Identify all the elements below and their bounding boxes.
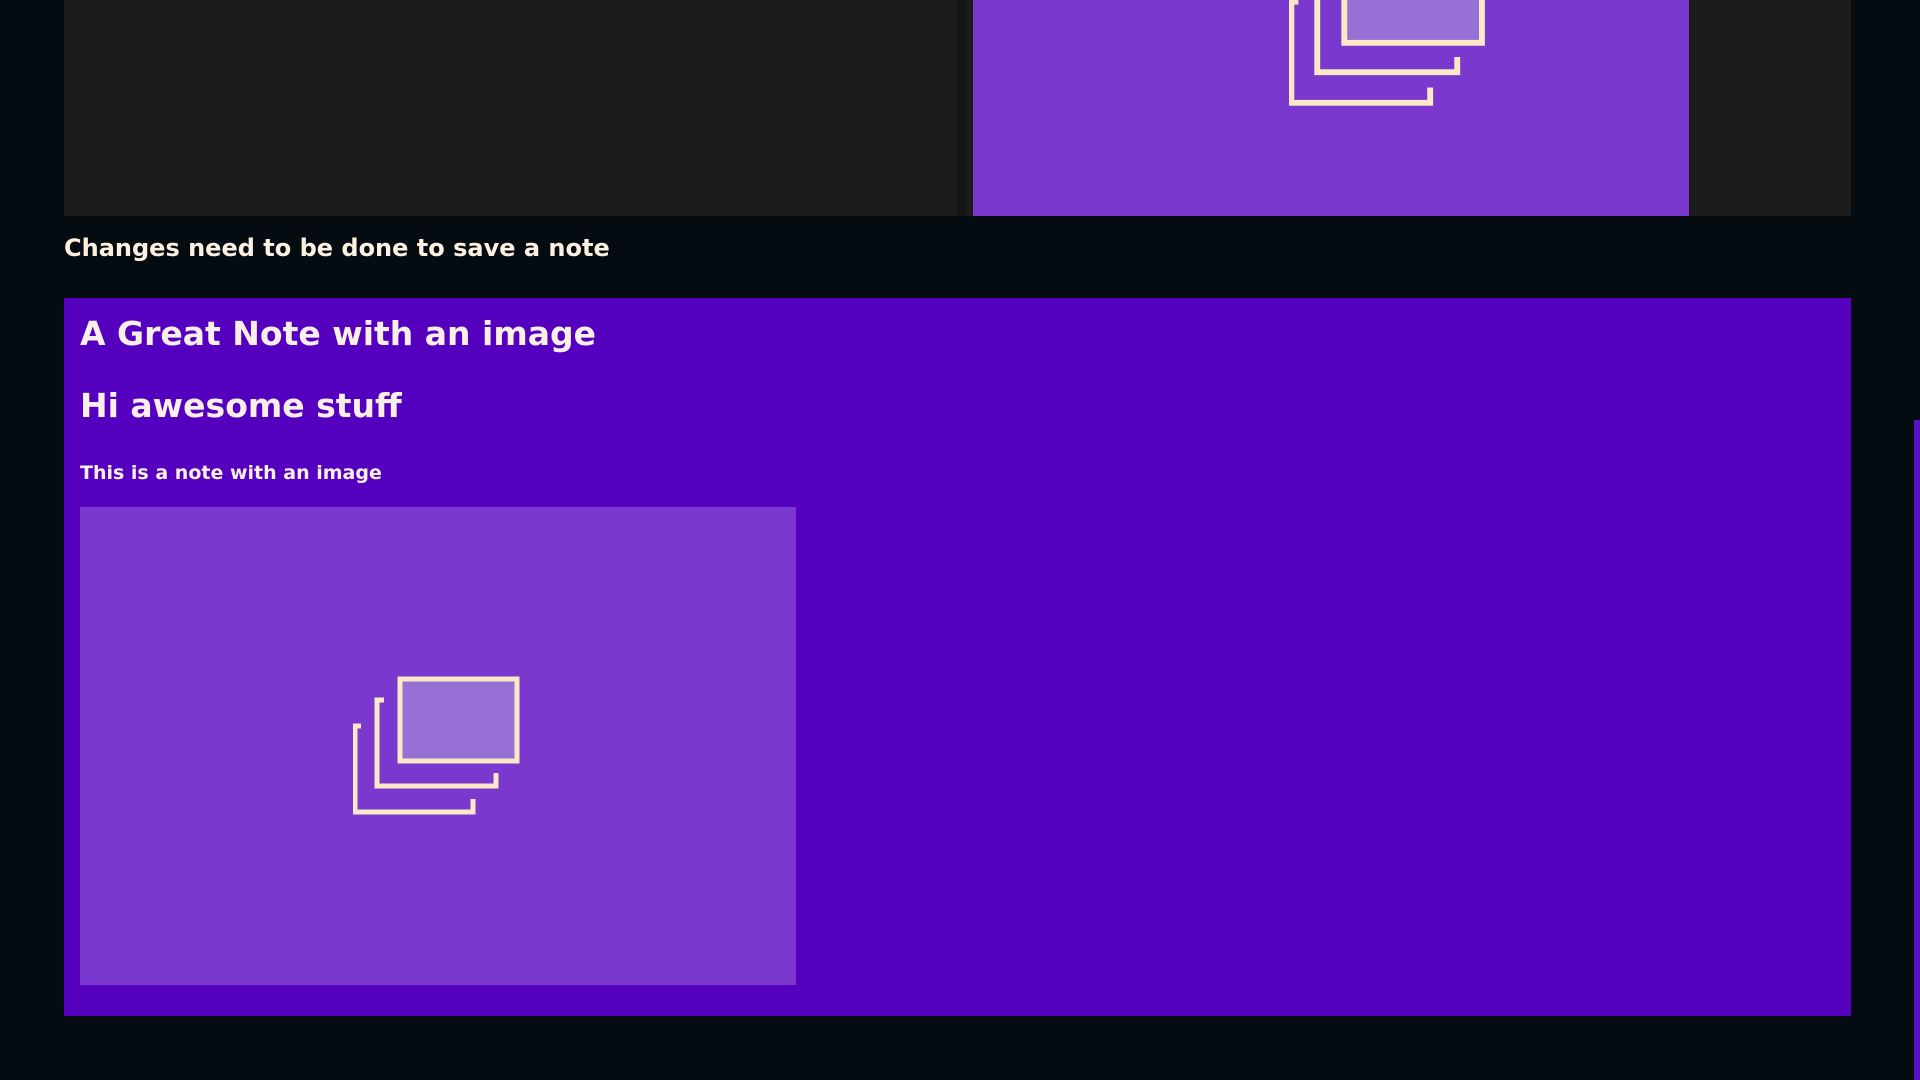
page-scrollbar-thumb[interactable] bbox=[1914, 420, 1920, 1080]
image-placeholder-icon bbox=[1289, 0, 1485, 106]
note-title: A Great Note with an image bbox=[80, 314, 597, 353]
save-status-message: Changes need to be done to save a note bbox=[64, 234, 610, 262]
note-body-text: This is a note with an image bbox=[80, 462, 382, 484]
note-preview-card: A Great Note with an image Hi awesome st… bbox=[64, 298, 1851, 1016]
image-placeholder-icon bbox=[353, 676, 520, 815]
editor-image-placeholder[interactable] bbox=[973, 0, 1689, 216]
note-editor-page: Changes need to be done to save a note A… bbox=[0, 0, 1920, 1080]
note-editor-panel bbox=[64, 0, 1851, 216]
note-image-placeholder bbox=[80, 507, 796, 985]
note-heading: Hi awesome stuff bbox=[80, 386, 402, 425]
editor-divider bbox=[957, 0, 967, 216]
